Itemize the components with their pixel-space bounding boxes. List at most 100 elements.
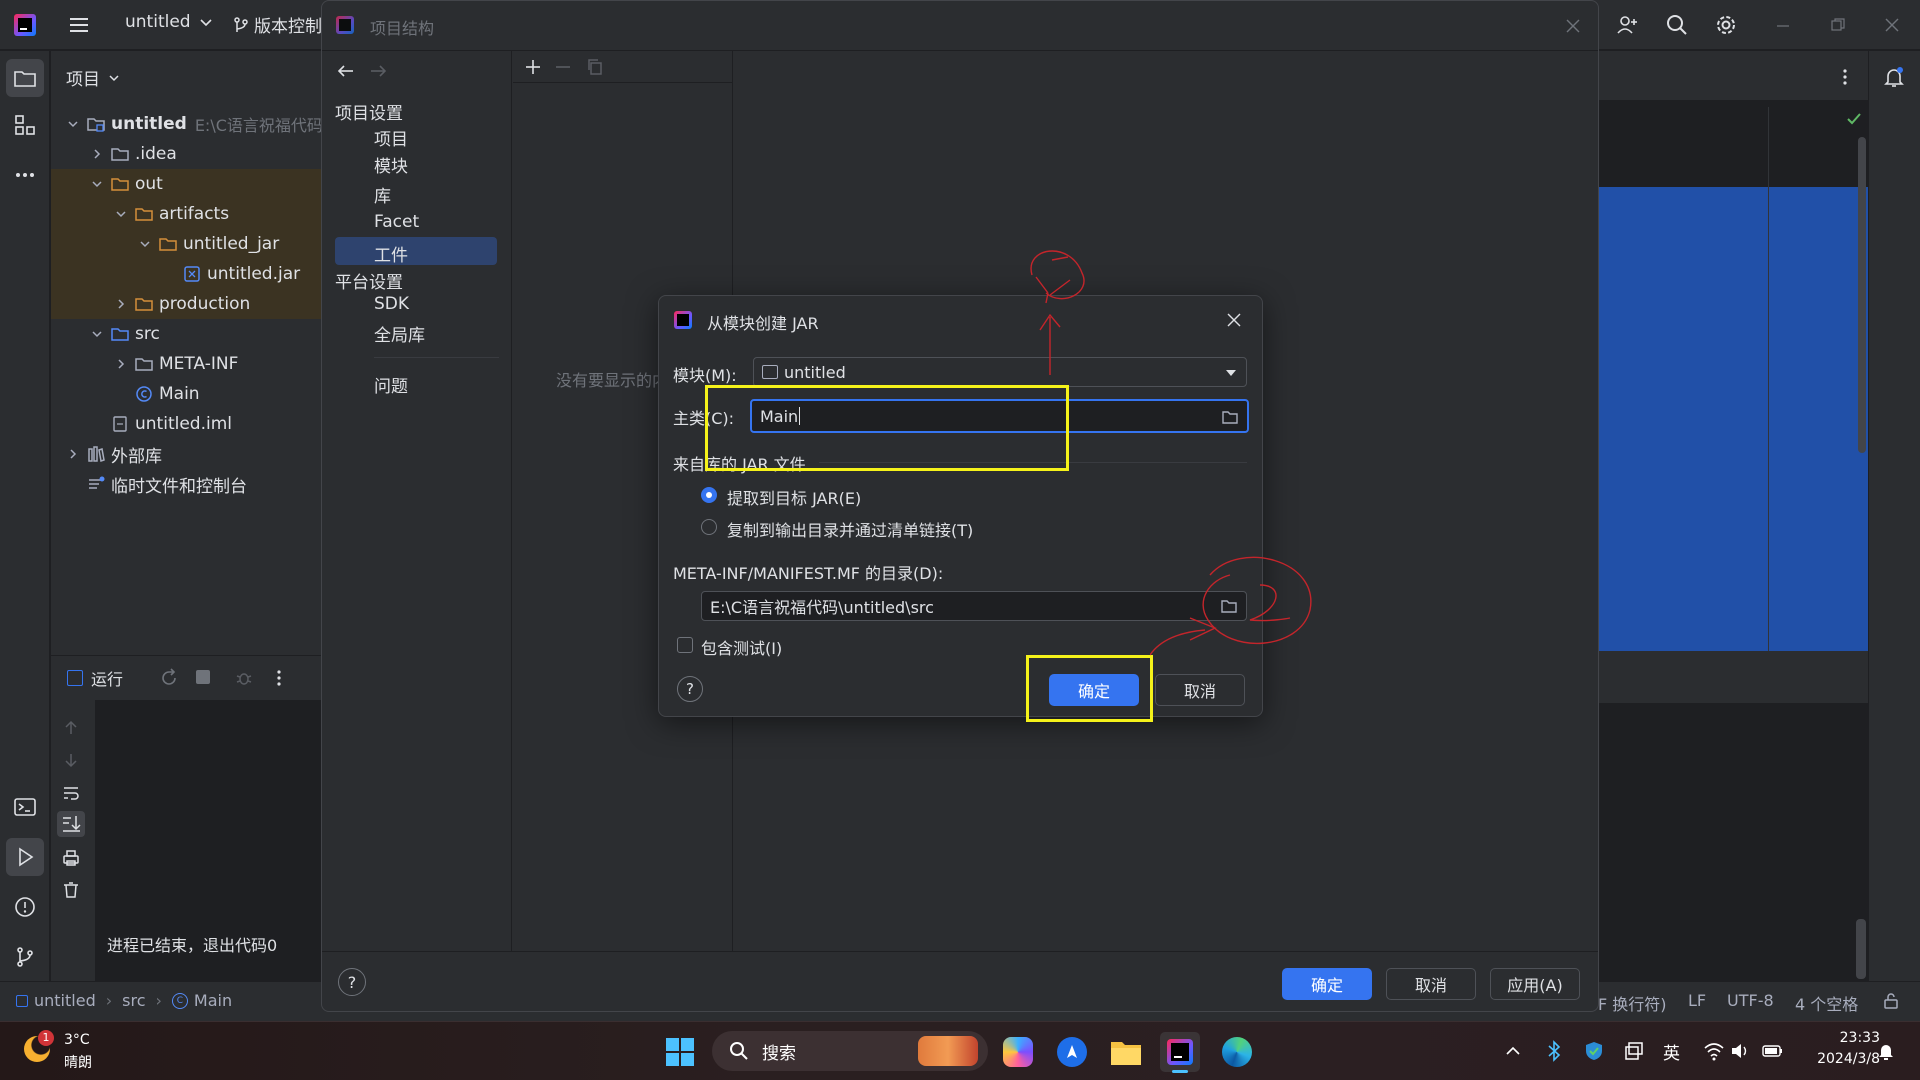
clock-time[interactable]: 23:33 <box>1830 1030 1880 1046</box>
tree-row[interactable]: out <box>51 169 321 199</box>
close-icon[interactable] <box>1226 312 1242 328</box>
help-button[interactable]: ? <box>338 968 366 996</box>
indent-widget[interactable]: 4 个空格 <box>1795 991 1858 1015</box>
lock-icon[interactable] <box>1882 992 1900 1010</box>
help-button[interactable]: ? <box>677 676 703 702</box>
tree-row[interactable]: .idea <box>51 139 321 169</box>
chevron-right-icon[interactable] <box>113 356 129 372</box>
chevron-right-icon[interactable] <box>89 146 105 162</box>
edge-browser-icon[interactable] <box>1217 1032 1257 1072</box>
browse-folder-icon[interactable] <box>1221 408 1239 426</box>
clock-date[interactable]: 2024/3/8 <box>1790 1051 1880 1067</box>
terminal-tool-button[interactable] <box>6 788 44 826</box>
taskbar-search[interactable]: 搜索 <box>712 1031 988 1071</box>
print-icon[interactable] <box>61 848 81 868</box>
editor-scrollbar[interactable] <box>1858 137 1866 453</box>
intellij-logo-icon[interactable] <box>14 14 36 36</box>
vcs-widget[interactable]: 版本控制 <box>232 12 322 37</box>
breadcrumb-item[interactable]: Main <box>194 991 232 1010</box>
search-icon[interactable] <box>1665 13 1689 37</box>
start-button[interactable] <box>660 1032 700 1072</box>
nav-item-artifacts[interactable]: 工件 <box>335 237 497 266</box>
ime-indicator[interactable]: 英 <box>1663 1039 1680 1064</box>
soft-wrap-icon[interactable] <box>61 783 81 803</box>
weather-widget[interactable]: 1 3°C 晴朗 <box>20 1030 130 1074</box>
debug-icon[interactable] <box>234 668 254 688</box>
scroll-up-icon[interactable] <box>61 718 81 738</box>
nav-item-facets[interactable]: Facet <box>374 212 419 232</box>
extract-radio[interactable] <box>701 487 717 503</box>
trash-icon[interactable] <box>61 880 81 900</box>
gear-icon[interactable] <box>1714 13 1738 37</box>
copy-link-radio[interactable] <box>701 519 717 535</box>
nav-item-project[interactable]: 项目 <box>374 125 408 150</box>
structure-tool-button[interactable] <box>6 106 44 144</box>
wifi-icon[interactable] <box>1703 1041 1725 1061</box>
bottom-scrollbar[interactable] <box>1856 919 1866 979</box>
nav-item-modules[interactable]: 模块 <box>374 152 408 177</box>
more-vertical-icon[interactable] <box>269 668 289 688</box>
minimize-icon[interactable] <box>1775 18 1791 34</box>
nav-item-sdk[interactable]: SDK <box>374 294 409 314</box>
volume-icon[interactable] <box>1730 1041 1752 1061</box>
include-tests-checkbox[interactable] <box>677 637 693 653</box>
tree-row[interactable]: 外部库 <box>51 439 321 469</box>
chevron-right-icon[interactable] <box>65 446 81 462</box>
tree-row[interactable]: untitled.jar <box>51 259 321 289</box>
more-tools-button[interactable] <box>6 156 44 194</box>
run-console[interactable]: 进程已结束，退出代码0 <box>95 700 321 981</box>
chevron-down-icon[interactable] <box>113 206 129 222</box>
project-panel-header[interactable]: 项目 <box>66 65 122 90</box>
tray-chevron-up-icon[interactable] <box>1504 1042 1522 1060</box>
nav-item-problems[interactable]: 问题 <box>374 372 408 397</box>
nav-item-global-libraries[interactable]: 全局库 <box>374 321 425 346</box>
line-separator-widget[interactable]: F 换行符) <box>1598 991 1667 1015</box>
remove-icon[interactable] <box>553 57 573 77</box>
copilot-app-icon[interactable] <box>998 1032 1038 1072</box>
add-icon[interactable] <box>523 57 543 77</box>
tree-row[interactable]: artifacts <box>51 199 321 229</box>
main-menu-icon[interactable] <box>68 14 90 36</box>
encoding-widget[interactable]: UTF-8 <box>1727 991 1774 1010</box>
chevron-down-icon[interactable] <box>137 236 153 252</box>
chevron-down-icon[interactable] <box>89 176 105 192</box>
tree-row[interactable]: untitled E:\C语言祝福代码 <box>51 109 323 139</box>
problems-tool-button[interactable] <box>6 888 44 926</box>
notifications-icon[interactable] <box>1882 65 1906 89</box>
scroll-down-icon[interactable] <box>61 750 81 770</box>
tree-row[interactable]: Main <box>51 379 321 409</box>
forward-arrow-icon[interactable] <box>368 61 388 81</box>
project-tool-button[interactable] <box>6 59 44 97</box>
chevron-down-icon[interactable] <box>89 326 105 342</box>
rerun-icon[interactable] <box>159 668 179 688</box>
copy-icon[interactable] <box>585 57 605 77</box>
breadcrumb-item[interactable]: untitled <box>34 991 96 1010</box>
battery-icon[interactable] <box>1762 1043 1784 1059</box>
file-explorer-icon[interactable] <box>1106 1032 1146 1072</box>
module-combobox[interactable]: untitled <box>753 357 1247 387</box>
git-tool-button[interactable] <box>6 938 44 976</box>
apply-button[interactable]: 应用(A) <box>1490 968 1580 1000</box>
notification-bell-icon[interactable] <box>1876 1041 1896 1061</box>
run-tool-button[interactable] <box>6 838 44 876</box>
cancel-button[interactable]: 取消 <box>1386 968 1476 1000</box>
close-window-icon[interactable] <box>1884 17 1900 33</box>
chevron-right-icon[interactable] <box>113 296 129 312</box>
tree-row[interactable]: 临时文件和控制台 <box>51 469 321 499</box>
include-tests-label[interactable]: 包含测试(I) <box>701 635 782 659</box>
chevron-down-icon[interactable] <box>65 116 81 132</box>
back-arrow-icon[interactable] <box>336 61 356 81</box>
run-tab[interactable]: 运行 <box>67 666 123 690</box>
restore-icon[interactable] <box>1830 17 1846 33</box>
close-icon[interactable] <box>1565 18 1581 34</box>
task-view-icon[interactable] <box>1624 1041 1644 1061</box>
more-vertical-icon[interactable] <box>1835 67 1855 87</box>
tree-row[interactable]: untitled.iml <box>51 409 321 439</box>
intellij-app-icon[interactable] <box>1160 1032 1200 1073</box>
tree-row[interactable]: production <box>51 289 321 319</box>
app-arrow-icon[interactable] <box>1052 1032 1092 1072</box>
security-shield-icon[interactable] <box>1583 1040 1605 1062</box>
breadcrumb-item[interactable]: src <box>122 991 145 1010</box>
tree-row[interactable]: untitled_jar <box>51 229 321 259</box>
tree-row[interactable]: src <box>51 319 321 349</box>
